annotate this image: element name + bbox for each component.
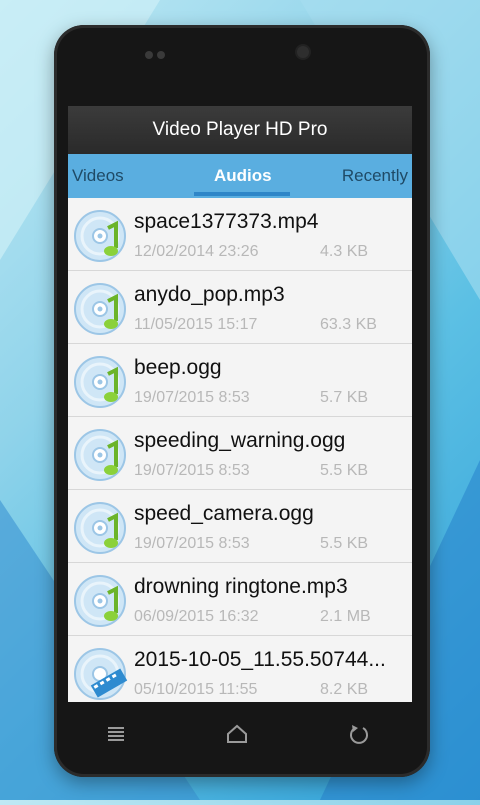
file-size: 63.3 KB xyxy=(320,316,377,333)
file-size: 5.7 KB xyxy=(320,389,369,406)
list-item[interactable]: anydo_pop.mp3 11/05/2015 15:17 63.3 KB xyxy=(68,271,412,344)
list-item[interactable]: speed_camera.ogg 19/07/2015 8:53 5.5 KB xyxy=(68,490,412,563)
list-item[interactable]: beep.ogg 19/07/2015 8:53 5.7 KB xyxy=(68,344,412,417)
tab-recently[interactable]: Recently xyxy=(342,154,408,198)
list-item[interactable]: space1377373.mp4 12/02/2014 23:26 4.3 KB xyxy=(68,198,412,271)
back-icon xyxy=(350,725,368,744)
menu-icon xyxy=(108,727,124,741)
app-screen: Video Player HD Pro Videos Audios Recent… xyxy=(68,106,412,702)
file-name: speeding_warning.ogg xyxy=(134,429,346,452)
file-size: 8.2 KB xyxy=(320,681,369,698)
file-name: speed_camera.ogg xyxy=(134,502,314,525)
home-button[interactable] xyxy=(225,722,249,746)
disc-music-icon xyxy=(74,429,126,481)
file-name: drowning ringtone.mp3 xyxy=(134,575,348,598)
file-date: 06/09/2015 16:32 xyxy=(134,608,259,625)
disc-film-icon xyxy=(74,648,128,700)
back-button[interactable] xyxy=(347,722,371,746)
phone-speaker xyxy=(145,46,171,59)
file-name: space1377373.mp4 xyxy=(134,210,319,233)
disc-music-icon xyxy=(74,210,126,262)
audio-file-list: space1377373.mp4 12/02/2014 23:26 4.3 KB… xyxy=(68,198,412,702)
file-date: 11/05/2015 15:17 xyxy=(134,316,258,333)
file-date: 19/07/2015 8:53 xyxy=(134,535,250,552)
file-size: 2.1 MB xyxy=(320,608,371,625)
disc-music-icon xyxy=(74,575,126,627)
phone-camera xyxy=(297,46,309,58)
file-size: 5.5 KB xyxy=(320,535,369,552)
tab-bar: Videos Audios Recently xyxy=(68,154,412,198)
file-size: 4.3 KB xyxy=(320,243,369,260)
app-title: Video Player HD Pro xyxy=(152,119,328,140)
file-date: 19/07/2015 8:53 xyxy=(134,462,250,479)
active-tab-indicator xyxy=(194,192,290,196)
file-size: 5.5 KB xyxy=(320,462,369,479)
file-date: 05/10/2015 11:55 xyxy=(134,681,258,698)
navigation-bar xyxy=(68,702,412,762)
list-item[interactable]: speeding_warning.ogg 19/07/2015 8:53 5.5… xyxy=(68,417,412,490)
file-date: 19/07/2015 8:53 xyxy=(134,389,250,406)
disc-music-icon xyxy=(74,502,126,554)
disc-music-icon xyxy=(74,283,126,335)
list-item[interactable]: 2015-10-05_11.55.50744... 05/10/2015 11:… xyxy=(68,636,412,702)
title-bar: Video Player HD Pro xyxy=(68,106,412,154)
file-name: anydo_pop.mp3 xyxy=(134,283,285,306)
menu-button[interactable] xyxy=(104,722,128,746)
file-name: 2015-10-05_11.55.50744... xyxy=(134,648,386,671)
disc-music-icon xyxy=(74,356,126,408)
list-item[interactable]: drowning ringtone.mp3 06/09/2015 16:32 2… xyxy=(68,563,412,636)
file-date: 12/02/2014 23:26 xyxy=(134,243,259,260)
file-name: beep.ogg xyxy=(134,356,222,379)
home-icon xyxy=(227,724,247,743)
tab-videos[interactable]: Videos xyxy=(72,154,124,198)
